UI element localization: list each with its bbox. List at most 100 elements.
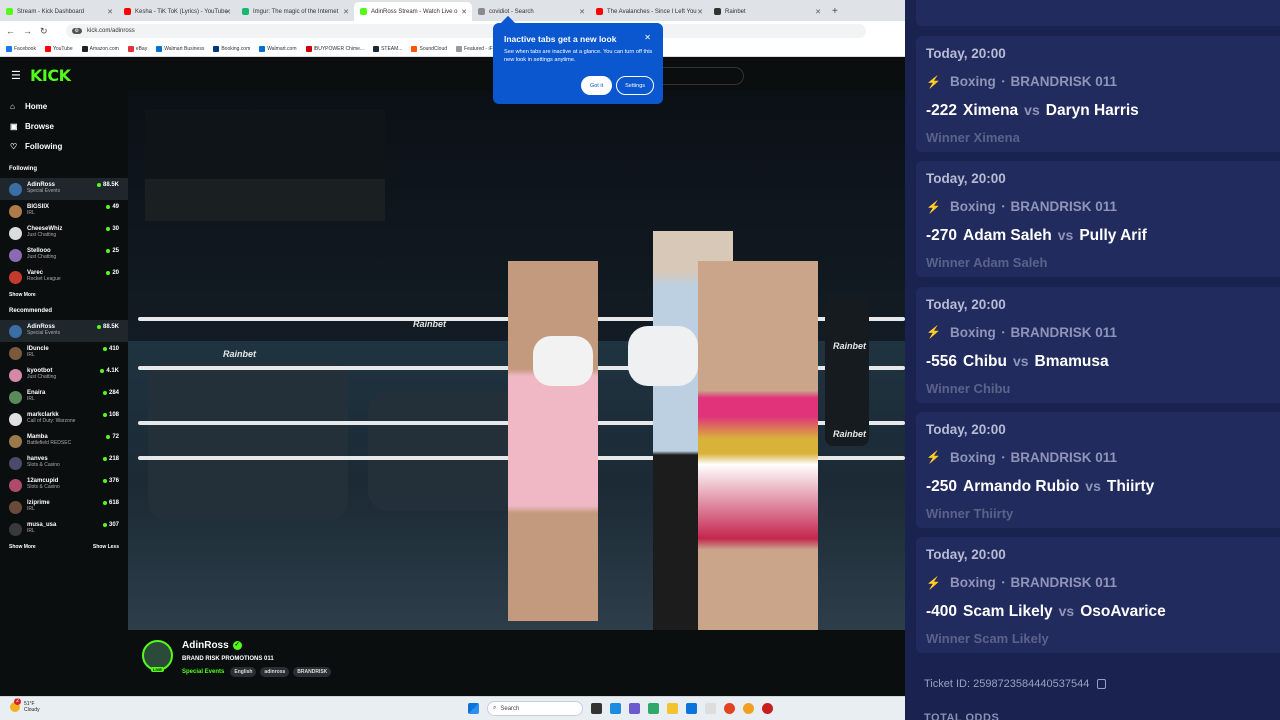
bookmark-item[interactable]: YouTube [44,45,73,52]
copy-icon[interactable] [1097,679,1107,689]
edge-icon[interactable] [648,703,659,714]
channel-list-item[interactable]: AdinRoss Special Events 88.5K [0,320,128,342]
site-info-icon[interactable]: ⚙ [71,28,83,34]
app-icon[interactable] [762,703,773,714]
bookmark-item[interactable]: Amazon.com [81,45,119,52]
channel-list-item[interactable]: CheeseWhiz Just Chatting 30 [0,222,128,244]
screen: Stream - Kick Dashboard ✕ Kesha - TiK ToK … [0,0,1280,720]
viewer-count: 49 [106,204,119,210]
menu-icon[interactable]: ☰ [11,69,21,82]
tab-title: covidiot - Search [489,8,534,15]
bet-card[interactable]: Today, 20:00 ⚡ Boxing • BRANDRISK 011 -270 Ada… [916,161,1280,278]
boxer-right [698,261,818,630]
channel-list-item[interactable]: kyootbot Just Chatting 4.1K [0,364,128,386]
channel-list-item[interactable]: hanves Slots & Casino 218 [0,452,128,474]
bookmark-item[interactable]: Walmart Business [156,45,205,52]
bet-sport: Boxing [949,324,996,340]
channel-name[interactable]: AdinRoss [182,640,229,651]
sidebar-item-home[interactable]: ⌂ Home [0,96,128,116]
browser-tab[interactable]: Stream - Kick Dashboard ✕ [0,2,118,21]
tab-close-icon[interactable]: ✕ [343,8,349,16]
show-less-button[interactable]: Show Less [93,544,119,550]
bookmark-label: IBUYPOWER Chime... [313,45,365,52]
taskbar-search[interactable]: ⌕ Search [487,701,583,716]
tab-close-icon[interactable]: ✕ [815,8,821,16]
separator-dot: • [1001,77,1005,86]
forward-icon[interactable]: → [23,26,32,36]
bet-card[interactable]: Today, 20:00 ⚡ Boxing • BRANDRISK 011 -400 Sca… [916,537,1280,654]
url-field[interactable]: ⚙ kick.com/adinross [65,24,866,38]
bookmark-item[interactable]: Facebook [6,45,36,52]
bookmark-item[interactable]: STEAM... [373,45,402,52]
bookmark-favicon-icon [411,45,418,52]
bookmark-item[interactable]: Booking.com [213,45,250,52]
show-more-button[interactable]: Show More [9,292,36,298]
channel-list-item[interactable]: Mamba Battlefield REDSEC 72 [0,430,128,452]
bookmark-item[interactable]: Walmart.com [259,45,297,52]
reload-icon[interactable]: ↻ [40,26,48,37]
teams-icon[interactable] [629,703,640,714]
video-player[interactable]: Rainbet Rainbet Rainbet Rainbet Rainbet [128,91,905,630]
got-it-button[interactable]: Got it [580,76,613,95]
channel-list-item[interactable]: Enaira IRL 284 [0,386,128,408]
browser-tab[interactable]: The Avalanches - Since I Left You ✕ [590,2,708,21]
tab-close-icon[interactable]: ✕ [579,8,585,16]
new-tab-icon[interactable]: + [826,2,844,21]
file-explorer-icon[interactable] [667,703,678,714]
tab-title: AdinRoss Stream - Watch Live o [371,8,458,15]
bookmark-item[interactable]: eBay [127,45,147,52]
notepad-icon[interactable] [705,703,716,714]
tab-close-icon[interactable]: ✕ [225,8,231,16]
chrome-icon[interactable] [724,703,735,714]
channel-list-item[interactable]: BIGSIIX IRL 49 [0,200,128,222]
bet-event-name: BRANDRISK 011 [1010,324,1118,340]
channel-list-item[interactable]: AdinRoss Special Events 88.5K [0,178,128,200]
browser-tab[interactable]: Imgur: The magic of the Internet ✕ [236,2,354,21]
bookmark-label: Walmart Business [164,45,205,52]
stream-title: BRAND RISK PROMOTIONS 011 [182,656,274,662]
viewer-count: 88.5K [96,324,119,330]
browser-tab[interactable]: covidiot - Search ✕ [472,2,590,21]
channel-category: Special Events [27,330,61,336]
tab-close-icon[interactable]: ✕ [107,8,113,16]
tag-adinross[interactable]: adinross [260,667,290,677]
bet-card[interactable]: Today, 20:00 ⚡ Boxing • BRANDRISK 011 -250 Arm… [916,411,1280,528]
category-link[interactable]: Special Events [182,669,224,675]
channel-list-item[interactable]: 12amcupid Slots & Casino 376 [0,474,128,496]
channel-list-item[interactable]: musa_usa IRL 307 [0,518,128,540]
tab-close-icon[interactable]: ✕ [461,8,467,16]
browser-tab[interactable]: AdinRoss Stream - Watch Live o ✕ [354,2,472,21]
store-icon[interactable] [686,703,697,714]
settings-button[interactable]: Settings [616,76,654,95]
sidebar-item-browse[interactable]: ▣ Browse [0,116,128,136]
task-view-icon[interactable] [591,703,602,714]
bet-card[interactable]: Today, 20:00 ⚡ Boxing • BRANDRISK 011 -556 Chi… [916,286,1280,403]
browser-tab[interactable]: Kesha - TiK ToK (Lyrics) - YouTube ✕ [118,2,236,21]
bookmark-item[interactable]: SoundCloud [411,45,447,52]
tag-brandrisk[interactable]: BRANDRISK [293,667,332,677]
channel-list-item[interactable]: IDuncle IRL 410 [0,342,128,364]
tab-close-icon[interactable]: ✕ [697,8,703,16]
close-icon[interactable]: ✕ [644,33,651,42]
back-icon[interactable]: ← [6,26,15,36]
kick-logo[interactable]: KICK [30,66,71,85]
viewer-count: 30 [106,226,119,232]
chrome-canary-icon[interactable] [743,703,754,714]
bookmark-item[interactable]: IBUYPOWER Chime... [305,45,365,52]
sidebar-item-following[interactable]: ♡ Following [0,136,128,156]
tag-english[interactable]: English [230,667,257,677]
copilot-icon[interactable] [610,703,621,714]
channel-list-item[interactable]: Varec Rocket League 20 [0,266,128,288]
show-more-button[interactable]: Show More [9,544,36,550]
channel-list-item[interactable]: markclarkk Call of Duty: Warzone 108 [0,408,128,430]
windows-start-icon[interactable] [468,703,479,714]
channel-avatar[interactable]: LIVE [142,640,173,672]
browser-tab[interactable]: Rainbet ✕ [708,2,826,21]
tab-favicon-icon [360,8,367,15]
boxer-left-gloves [533,336,593,386]
channel-list-item[interactable]: Stellooo Just Chatting 25 [0,244,128,266]
channel-list-item[interactable]: lziprime IRL 618 [0,496,128,518]
weather-widget[interactable]: 2 51°F Cloudy [10,698,40,713]
bet-card[interactable]: Today, 20:00 ⚡ Boxing • BRANDRISK 011 -222 Xim… [916,36,1280,152]
channel-category: Slots & Casino [27,484,60,490]
